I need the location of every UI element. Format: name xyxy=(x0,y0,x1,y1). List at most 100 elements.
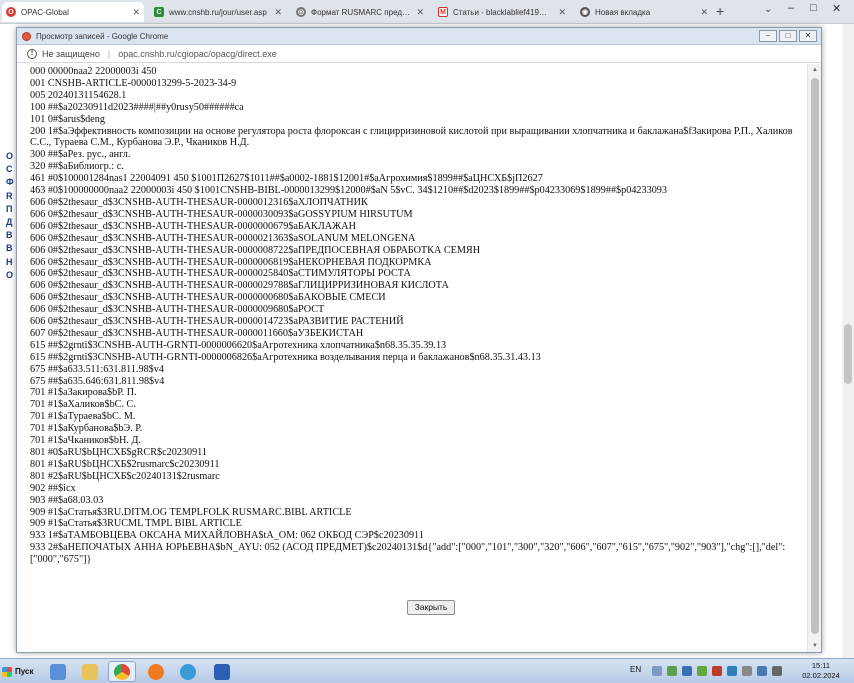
tab-label: Статьи - blacklablief419@g... xyxy=(453,7,555,17)
record-field-line: 801 #2$aRU$bЦНСХБ$c20240131$2rusmarc xyxy=(30,470,220,482)
start-label: Пуск xyxy=(15,667,34,676)
control-panel-icon[interactable] xyxy=(174,661,202,682)
close-tab-icon[interactable]: ✕ xyxy=(416,7,424,18)
record-field-line: 606 0#$2thesaur_d$3CNSHB-AUTH-THESAUR-00… xyxy=(30,196,368,208)
record-field-line: 701 #1$aКурбанова$bЭ. Р. xyxy=(30,423,143,435)
record-field-line: 320 ##$aБиблиогр.: с. xyxy=(30,161,124,173)
bg-letter: Д xyxy=(6,217,13,228)
clock-date: 02.02.2024 xyxy=(802,671,840,680)
explorer-icon[interactable] xyxy=(44,661,72,682)
record-field-line: 933 1#$aТАМБОВЦЕВА ОКСАНА МИХАЙЛОВНА$tA_… xyxy=(30,530,424,542)
chrome-icon: ◉ xyxy=(580,7,590,17)
tray-app-icon[interactable] xyxy=(697,666,707,676)
tray-app-icon[interactable] xyxy=(682,666,692,676)
record-field-line: 606 0#$2thesaur_d$3CNSHB-AUTH-THESAUR-00… xyxy=(30,256,432,268)
tab-opac-global[interactable]: O OPAC-Global ✕ xyxy=(2,2,144,22)
record-field-line: 675 ##$a635.646:631.811.98$v4 xyxy=(30,375,165,387)
close-tab-icon[interactable]: ✕ xyxy=(558,7,566,18)
record-scrollbar-thumb[interactable] xyxy=(811,78,819,634)
tab-cnshb-jour[interactable]: C www.cnshb.ru/jour/user.asp ✕ xyxy=(150,2,286,22)
record-field-line: 606 0#$2thesaur_d$3CNSHB-AUTH-THESAUR-00… xyxy=(30,208,413,220)
tray-app-icon[interactable] xyxy=(712,666,722,676)
page-scrollbar[interactable] xyxy=(842,24,854,658)
bg-letter: Ф xyxy=(6,177,14,188)
chrome-icon xyxy=(22,31,31,41)
popup-maximize-button[interactable]: □ xyxy=(779,30,797,42)
chrome-icon[interactable] xyxy=(108,661,136,682)
popup-title: Просмотр записей - Google Chrome xyxy=(36,31,169,41)
warning-icon[interactable]: ! xyxy=(27,48,37,59)
background-page-text: О С Ф R П Д В В Н О xyxy=(6,150,14,282)
bg-letter: П xyxy=(6,203,13,214)
tray-app-icon[interactable] xyxy=(727,666,737,676)
record-field-line: 005 20240131154628.1 xyxy=(30,89,127,101)
bg-letter: R xyxy=(6,190,13,201)
popup-close-button[interactable]: ✕ xyxy=(799,30,817,42)
record-field-line: 606 0#$2thesaur_d$3CNSHB-AUTH-THESAUR-00… xyxy=(30,292,386,304)
clock[interactable]: 15:11 02.02.2024 xyxy=(796,661,846,681)
word-icon[interactable] xyxy=(208,661,236,682)
record-viewer-window: Просмотр записей - Google Chrome – □ ✕ !… xyxy=(16,27,822,653)
bg-letter: В xyxy=(6,230,13,241)
record-field-line: 701 #1$aЗакирова$bР. П. xyxy=(30,387,137,399)
new-tab-button[interactable]: + xyxy=(716,3,724,19)
tab-label: OPAC-Global xyxy=(21,7,69,17)
bg-letter: О xyxy=(6,269,14,280)
record-field-line: 606 0#$2thesaur_d$3CNSHB-AUTH-THESAUR-00… xyxy=(30,244,481,256)
tab-gmail-articles[interactable]: M Статьи - blacklablief419@g... ✕ xyxy=(434,2,570,22)
record-field-line: 615 ##$2grnti$3CNSHB-AUTH-GRNTI-00000068… xyxy=(30,351,541,363)
bg-letter: Н xyxy=(6,256,13,267)
close-tab-icon[interactable]: ✕ xyxy=(132,7,140,18)
popup-minimize-button[interactable]: – xyxy=(759,30,777,42)
opac-icon: O xyxy=(6,7,16,17)
record-field-line: 675 ##$a633.511:631.811.98$v4 xyxy=(30,363,164,375)
close-button[interactable]: Закрыть xyxy=(407,600,455,615)
folder-icon[interactable] xyxy=(76,661,104,682)
scroll-down-arrow-icon[interactable]: ▼ xyxy=(808,640,822,652)
cnshb-icon: C xyxy=(154,7,164,17)
record-field-line: 909 #1$aСтатья$3RUCML TMPL BIBL ARTICLE xyxy=(30,518,242,530)
tab-rusmarc-format[interactable]: ◎ Формат RUSMARC представ... ✕ xyxy=(292,2,428,22)
tab-label: www.cnshb.ru/jour/user.asp xyxy=(169,7,267,17)
close-window-button[interactable]: ✕ xyxy=(832,2,841,15)
record-field-line: 000 00000naa2 22000003i 450 xyxy=(30,66,157,77)
start-button[interactable]: Пуск xyxy=(2,662,38,681)
bg-letter: О xyxy=(6,151,14,161)
page-scrollbar-thumb[interactable] xyxy=(844,324,852,384)
language-indicator[interactable]: EN xyxy=(630,665,641,674)
record-field-line: 903 ##$a68.03.03 xyxy=(30,494,104,506)
tray-app-icon[interactable] xyxy=(667,666,677,676)
bg-letter: В xyxy=(6,243,13,254)
record-field-line: 300 ##$aРез. рус., англ. xyxy=(30,149,131,161)
close-tab-icon[interactable]: ✕ xyxy=(274,7,282,18)
tray-app-icon[interactable] xyxy=(757,666,767,676)
windows-logo-icon xyxy=(2,666,12,677)
tray-arrow-icon[interactable] xyxy=(652,666,662,676)
record-field-line: 101 0#$arus$deng xyxy=(30,113,105,125)
volume-icon[interactable] xyxy=(772,666,782,676)
record-field-line: 606 0#$2thesaur_d$3CNSHB-AUTH-THESAUR-00… xyxy=(30,268,411,280)
record-field-line: 701 #1$aЧкаников$bН. Д. xyxy=(30,435,141,447)
security-label[interactable]: Не защищено xyxy=(42,49,100,59)
record-field-line: 933 2#$aНЕПОЧАТЫХ АННА ЮРЬЕВНА$bN_AYU: 0… xyxy=(30,542,786,566)
firefox-icon[interactable] xyxy=(142,661,170,682)
url-text[interactable]: opac.cnshb.ru/cgiopac/opacg/direct.exe xyxy=(118,49,277,59)
tab-search-chevron-icon[interactable]: ⌄ xyxy=(764,4,772,15)
scroll-up-arrow-icon[interactable]: ▲ xyxy=(808,64,822,76)
record-field-line: 463 #0$100000000naa2 22000003i 450 $1001… xyxy=(30,185,667,197)
marc-record: 000 00000naa2 22000003i 450 001 CNSHB-ART… xyxy=(30,66,806,566)
minimize-button[interactable]: – xyxy=(788,2,794,14)
record-field-line: 909 #1$aСтатья$3RU.DITM.OG TEMPLFOLK RUS… xyxy=(30,506,352,518)
record-scrollbar[interactable]: ▲ ▼ xyxy=(807,64,821,652)
close-tab-icon[interactable]: ✕ xyxy=(700,7,708,18)
record-field-line: 461 #0$100001284nas1 22004091 450 $1001П… xyxy=(30,173,543,185)
record-field-line: 606 0#$2thesaur_d$3CNSHB-AUTH-THESAUR-00… xyxy=(30,304,325,316)
tab-new-tab[interactable]: ◉ Новая вкладка ✕ xyxy=(576,2,712,22)
network-icon[interactable] xyxy=(742,666,752,676)
tab-label: Новая вкладка xyxy=(595,7,651,17)
divider: | xyxy=(107,48,111,59)
clock-time: 15:11 xyxy=(811,661,831,670)
maximize-button[interactable]: □ xyxy=(810,2,817,14)
address-bar[interactable]: ! Не защищено | opac.cnshb.ru/cgiopac/op… xyxy=(17,45,821,63)
record-field-line: 615 ##$2grnti$3CNSHB-AUTH-GRNTI-00000066… xyxy=(30,339,447,351)
